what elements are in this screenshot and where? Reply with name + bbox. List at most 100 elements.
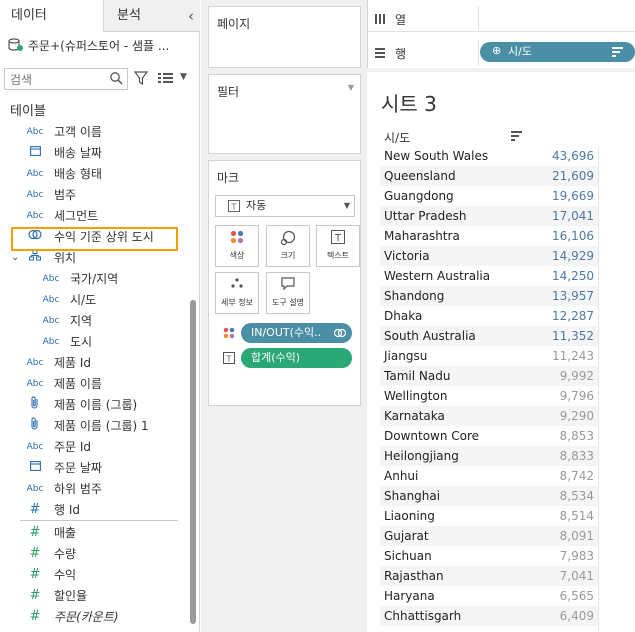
profit-value: 8,742 xyxy=(559,469,594,483)
field-item[interactable]: Abc 도시 xyxy=(0,332,186,352)
table-row[interactable]: Downtown Core 8,853 xyxy=(380,426,598,446)
columns-icon xyxy=(375,14,385,24)
tab-data[interactable]: 데이터 xyxy=(0,0,104,32)
table-row[interactable]: Victoria 14,929 xyxy=(380,246,598,266)
field-item[interactable]: ⌄ 위치 xyxy=(0,248,186,268)
field-item[interactable]: # 수익 xyxy=(0,565,186,585)
filters-card[interactable]: 필터 ▼ xyxy=(208,74,361,154)
datasource-item[interactable]: 주문+(슈퍼스토어 - 샘플 ... xyxy=(8,36,196,56)
sort-descending-icon[interactable] xyxy=(511,131,523,141)
field-item[interactable]: Abc 지역 xyxy=(0,311,186,331)
search-input[interactable] xyxy=(8,70,108,90)
number-type-icon: # xyxy=(29,567,41,582)
field-item[interactable]: Abc 제품 이름 xyxy=(0,374,186,394)
rows-shelf[interactable]: 행 ⊕ 시/도 xyxy=(368,40,635,66)
table-row[interactable]: Gujarat 8,091 xyxy=(380,526,598,546)
state-name: Liaoning xyxy=(384,509,435,523)
sheet-title[interactable]: 시트 3 xyxy=(381,88,437,117)
sum-profit-pill-label: 합계(수익) xyxy=(251,351,301,364)
field-item[interactable]: 제품 이름 (그룹) 1 xyxy=(0,416,186,436)
list-view-icon[interactable] xyxy=(158,72,174,84)
field-item[interactable]: # 수량 xyxy=(0,544,186,564)
profit-value: 43,696 xyxy=(552,149,594,163)
table-row[interactable]: Shandong 13,957 xyxy=(380,286,598,306)
table-row[interactable]: Uttar Pradesh 17,041 xyxy=(380,206,598,226)
field-item[interactable]: Abc 시/도 xyxy=(0,290,186,310)
field-item[interactable]: # 주문(카운트) xyxy=(0,607,186,627)
columns-drop-area[interactable] xyxy=(478,6,479,32)
table-row[interactable]: Queensland 21,609 xyxy=(380,166,598,186)
field-item[interactable]: Abc 범주 xyxy=(0,185,186,205)
table-row[interactable]: Liaoning 8,514 xyxy=(380,506,598,526)
state-name: Victoria xyxy=(384,249,430,263)
table-row[interactable]: Karnataka 9,290 xyxy=(380,406,598,426)
set-pill[interactable]: IN/OUT(수익.. xyxy=(241,323,352,343)
field-label: 제품 이름 xyxy=(54,377,102,391)
filter-icon[interactable] xyxy=(134,71,148,85)
tooltip-button[interactable]: 도구 설명 xyxy=(266,272,310,314)
columns-shelf[interactable]: 열 xyxy=(368,6,635,32)
size-button[interactable]: 크기 xyxy=(266,225,310,267)
field-item[interactable]: 배송 날짜 xyxy=(0,143,186,163)
state-pill-label: 시/도 xyxy=(508,45,532,58)
field-item[interactable]: Abc 국가/지역 xyxy=(0,269,186,289)
profit-value: 21,609 xyxy=(552,169,594,183)
label-button[interactable]: T 텍스트 xyxy=(316,225,360,267)
field-item[interactable]: 주문 날짜 xyxy=(0,458,186,478)
table-row[interactable]: Tamil Nadu 9,992 xyxy=(380,366,598,386)
state-name: Jiangsu xyxy=(384,349,428,363)
table-row[interactable]: Chhattisgarh 6,409 xyxy=(380,606,598,626)
field-item[interactable]: Abc 고객 이름 xyxy=(0,122,186,142)
profit-value: 9,992 xyxy=(559,369,594,383)
table-row[interactable]: Heilongjiang 8,833 xyxy=(380,446,598,466)
marks-card: 마크 T 자동 ▼ 색상 크기 T 텍스트 세부 정보 도구 설명 IN/OUT… xyxy=(208,160,361,406)
field-item[interactable]: Abc 하위 범주 xyxy=(0,479,186,499)
detail-button[interactable]: 세부 정보 xyxy=(215,272,259,314)
field-label: 도시 xyxy=(70,335,93,349)
tab-analysis[interactable]: 분석 ‹ xyxy=(104,0,200,32)
field-item[interactable]: Abc 배송 형태 xyxy=(0,164,186,184)
state-name: Maharashtra xyxy=(384,229,460,243)
state-name: Rajasthan xyxy=(384,569,444,583)
color-button[interactable]: 색상 xyxy=(215,225,259,267)
collapse-pane-icon[interactable]: ‹ xyxy=(188,0,194,32)
paperclip-icon xyxy=(24,395,46,415)
table-row[interactable]: Haryana 6,565 xyxy=(380,586,598,606)
field-item[interactable]: Abc 제품 Id xyxy=(0,353,186,373)
string-type-icon: Abc xyxy=(42,274,60,284)
pages-card[interactable]: 페이지 xyxy=(208,6,361,68)
table-row[interactable]: South Australia 11,352 xyxy=(380,326,598,346)
table-row[interactable]: Guangdong 19,669 xyxy=(380,186,598,206)
table-row[interactable]: Maharashtra 16,106 xyxy=(380,226,598,246)
string-type-icon: Abc xyxy=(26,484,44,494)
table-row[interactable]: Shanghai 8,534 xyxy=(380,486,598,506)
column-header-state[interactable]: 시/도 xyxy=(384,129,410,146)
table-row[interactable]: Jiangsu 11,243 xyxy=(380,346,598,366)
field-label: 행 Id xyxy=(54,503,81,517)
field-item[interactable]: 제품 이름 (그룹) xyxy=(0,395,186,415)
table-row[interactable]: Wellington 9,796 xyxy=(380,386,598,406)
field-item[interactable]: Abc 세그먼트 xyxy=(0,206,186,226)
table-row[interactable]: Sichuan 7,983 xyxy=(380,546,598,566)
profit-value: 8,833 xyxy=(559,449,594,463)
mark-type-dropdown[interactable]: T 자동 ▼ xyxy=(215,195,355,217)
field-item[interactable]: Abc 주문 Id xyxy=(0,437,186,457)
card-menu-icon[interactable]: ▼ xyxy=(348,83,354,92)
table-row[interactable]: New South Wales 43,696 xyxy=(380,146,598,166)
chevron-down-icon[interactable]: ⌄ xyxy=(11,248,19,268)
scrollbar[interactable] xyxy=(190,300,196,624)
table-row[interactable]: Rajasthan 7,041 xyxy=(380,566,598,586)
state-pill[interactable]: ⊕ 시/도 xyxy=(480,42,635,62)
pages-card-title: 페이지 xyxy=(217,17,251,31)
table-row[interactable]: Anhui 8,742 xyxy=(380,466,598,486)
field-item[interactable]: # 할인율 xyxy=(0,586,186,606)
field-label: 제품 이름 (그룹) xyxy=(54,398,138,412)
chevron-down-icon[interactable]: ▼ xyxy=(180,72,187,82)
table-row[interactable]: Dhaka 12,287 xyxy=(380,306,598,326)
sum-profit-pill[interactable]: 합계(수익) xyxy=(241,348,352,368)
field-label: 세그먼트 xyxy=(54,209,99,223)
field-item[interactable]: # 매출 xyxy=(0,523,186,543)
table-row[interactable]: Western Australia 14,250 xyxy=(380,266,598,286)
state-name: Shanghai xyxy=(384,489,441,503)
field-item[interactable]: # 행 Id xyxy=(0,500,186,520)
